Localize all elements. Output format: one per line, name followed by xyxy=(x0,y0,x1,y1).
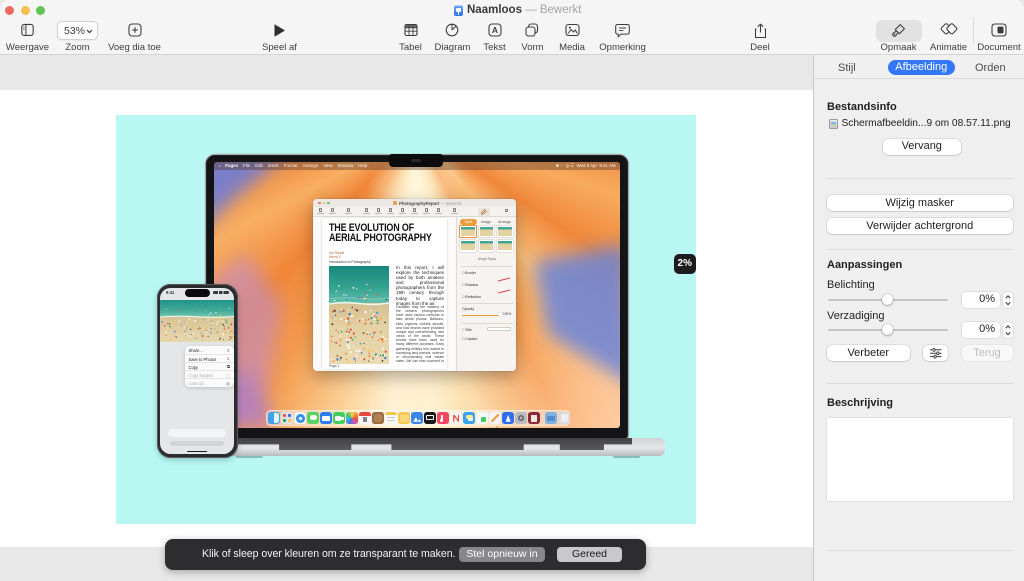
svg-text:A: A xyxy=(492,25,498,35)
